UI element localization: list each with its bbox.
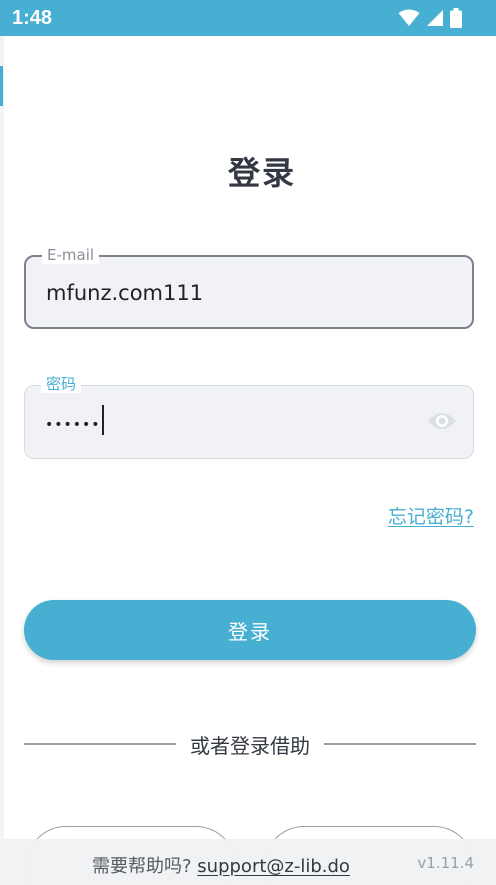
password-field[interactable]: 密码 •••••• xyxy=(24,375,474,459)
signal-icon xyxy=(427,10,443,26)
password-input-value: •••••• xyxy=(45,417,101,433)
password-label: 密码 xyxy=(41,375,82,393)
page-title: 登录 xyxy=(227,154,296,192)
email-label: E-mail xyxy=(42,246,100,264)
status-icons xyxy=(398,8,462,28)
divider-text: 或者登录借助 xyxy=(190,733,310,758)
status-bar: 1:48 xyxy=(0,0,496,36)
email-input-value[interactable]: mfunz.com111 xyxy=(46,281,203,305)
alt-login-divider: 或者登录借助 xyxy=(24,730,476,758)
forgot-password-link[interactable]: 忘记密码? xyxy=(388,502,474,529)
login-button-label: 登录 xyxy=(228,619,272,644)
login-screen: 1:48 登录 E-mail mfunz.com111 密码 •••••• 忘记… xyxy=(0,0,496,885)
divider-line-right xyxy=(324,743,476,745)
help-prefix: 需要帮助吗? xyxy=(92,856,192,877)
wifi-icon xyxy=(398,9,420,26)
battery-icon xyxy=(450,8,462,28)
help-text: 需要帮助吗? support@z-lib.do xyxy=(92,852,350,878)
support-email-link[interactable]: support@z-lib.do xyxy=(197,856,350,877)
background-edge-accent xyxy=(0,66,3,106)
login-button[interactable]: 登录 xyxy=(24,600,476,660)
footer: 需要帮助吗? support@z-lib.do v1.11.4 xyxy=(0,839,496,885)
text-caret xyxy=(101,405,104,435)
email-field[interactable]: E-mail mfunz.com111 xyxy=(24,246,474,329)
status-time: 1:48 xyxy=(12,7,53,29)
version-label: v1.11.4 xyxy=(417,854,474,872)
eye-icon[interactable] xyxy=(427,410,457,432)
password-input[interactable]: •••••• xyxy=(45,405,104,435)
divider-line-left xyxy=(24,743,176,745)
